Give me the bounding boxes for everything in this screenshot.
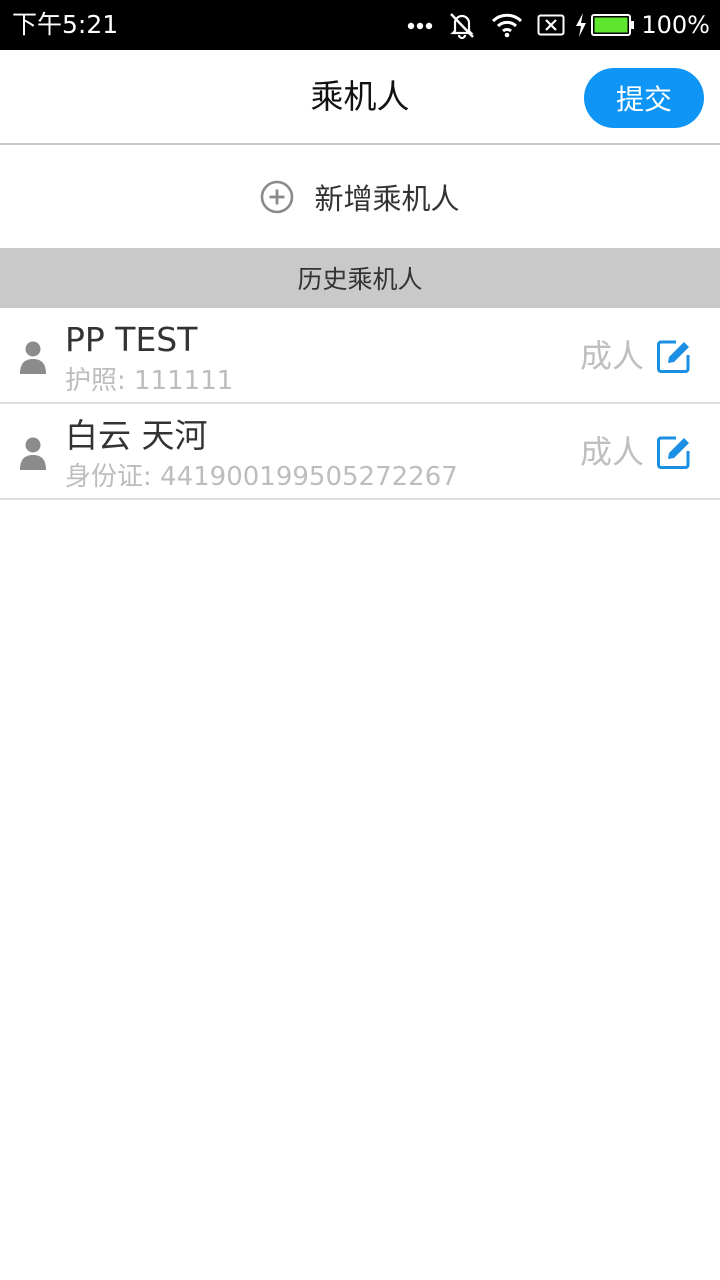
no-sim-icon — [537, 14, 565, 36]
edit-icon[interactable] — [656, 435, 691, 470]
add-passenger-row[interactable]: 新增乘机人 — [0, 147, 720, 247]
passenger-list: PP TEST 护照: 111111 成人 白云 天河 身份证: 4419001… — [0, 308, 720, 500]
passenger-type: 成人 — [580, 337, 645, 375]
add-passenger-label: 新增乘机人 — [314, 182, 460, 216]
add-circle-icon — [261, 180, 294, 214]
wifi-icon — [492, 13, 523, 38]
passenger-item[interactable]: PP TEST 护照: 111111 成人 — [0, 308, 720, 404]
charging-bolt-icon — [576, 13, 587, 37]
status-icons: 100% — [393, 0, 710, 50]
passenger-name: 白云 天河 — [65, 416, 208, 455]
person-icon — [20, 437, 46, 470]
history-section-header: 历史乘机人 — [0, 248, 720, 308]
submit-button[interactable]: 提交 — [584, 68, 704, 128]
status-time: 下午5:21 — [12, 10, 119, 39]
title-bar: 乘机人 提交 — [0, 50, 720, 145]
more-dots-icon — [408, 22, 433, 30]
passenger-document: 护照: 111111 — [65, 366, 234, 396]
passenger-item[interactable]: 白云 天河 身份证: 441900199505272267 成人 — [0, 404, 720, 500]
edit-icon[interactable] — [656, 339, 691, 374]
mute-icon — [450, 13, 475, 40]
passenger-document: 身份证: 441900199505272267 — [65, 462, 458, 492]
passenger-name: PP TEST — [65, 320, 198, 359]
person-icon — [20, 341, 46, 374]
status-bar: 下午5:21 100% — [0, 0, 720, 50]
battery-icon — [591, 14, 635, 36]
passenger-type: 成人 — [580, 433, 645, 471]
battery-percent: 100% — [641, 11, 710, 39]
